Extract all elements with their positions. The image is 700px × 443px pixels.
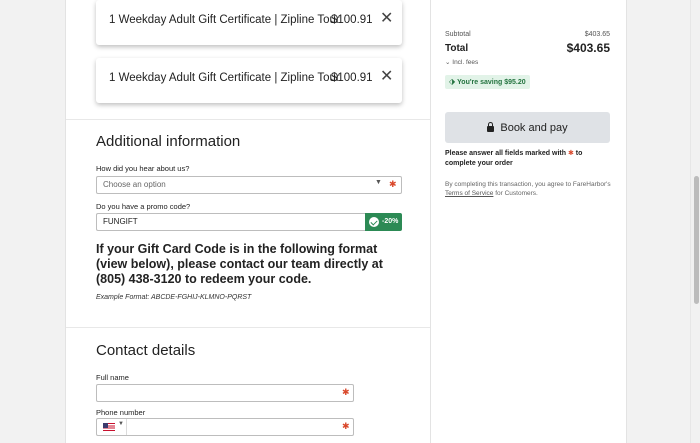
total-label: Total [445,43,469,54]
phone-number-label: Phone number [96,408,146,417]
select-placeholder: Choose an option [103,180,166,189]
saving-badge: ⬗ You're saving $95.20 [445,75,530,89]
section-divider [66,327,430,328]
full-name-label: Full name [96,373,129,382]
terms-of-service-link[interactable]: Terms of Service [445,190,493,197]
gift-item-card: 1 Weekday Adult Gift Certificate | Zipli… [96,58,402,103]
promo-discount-text: -20% [382,218,399,225]
total-value: $403.65 [566,41,610,55]
required-asterisk-icon: ✱ [389,179,397,189]
fees-label: Incl. fees [452,59,479,66]
gift-item-price: $100.91 [331,72,373,84]
check-circle-icon [369,217,379,227]
country-code-select[interactable]: ▼ [97,419,127,435]
book-and-pay-label: Book and pay [500,121,568,134]
page-scrollbar[interactable] [690,0,700,443]
close-icon[interactable]: ✕ [380,10,393,28]
section-divider [66,119,430,120]
tag-icon: ⬗ [449,77,456,86]
additional-info-title: Additional information [96,133,241,150]
main-column: 1 Weekday Adult Gift Certificate | Zipli… [65,0,431,443]
promo-code-input[interactable]: FUNGIFT [96,213,365,231]
promo-code-value: FUNGIFT [103,217,138,226]
required-fields-warning: Please answer all fields marked with ✱ t… [445,150,583,167]
gift-item-name: 1 Weekday Adult Gift Certificate | Zipli… [109,72,340,84]
promo-discount-badge: -20% [365,213,402,231]
required-asterisk-icon: ✱ [342,421,350,431]
gift-item-price: $100.91 [331,14,373,26]
gift-card-note: If your Gift Card Code is in the followi… [96,242,383,286]
full-name-input[interactable]: ✱ [96,384,354,402]
gift-item-name: 1 Weekday Adult Gift Certificate | Zipli… [109,14,340,26]
caret-down-icon: ▼ [375,179,382,186]
required-asterisk-icon: ✱ [567,150,574,157]
us-flag-icon [103,423,115,431]
subtotal-label: Subtotal [445,31,471,38]
subtotal-value: $403.65 [584,31,610,38]
promo-code-label: Do you have a promo code? [96,202,191,211]
gift-item-card: 1 Weekday Adult Gift Certificate | Zipli… [96,0,402,45]
hear-about-label: How did you hear about us? [96,164,190,173]
caret-down-icon: ▼ [118,421,124,427]
contact-details-title: Contact details [96,342,196,359]
example-format: Example Format: ABCDE-FGHIJ-KLMNO-PQRST [96,294,252,301]
lock-icon [487,121,495,132]
saving-text: You're saving $95.20 [457,79,526,86]
terms-notice: By completing this transaction, you agre… [445,181,611,197]
order-summary-panel: Subtotal $403.65 Total $403.65 ⌄ Incl. f… [431,0,627,443]
fees-toggle[interactable]: ⌄ Incl. fees [445,58,478,66]
chevron-down-icon: ⌄ [445,59,451,66]
phone-number-input[interactable]: ▼ ✱ [96,418,354,436]
close-icon[interactable]: ✕ [380,68,393,86]
required-asterisk-icon: ✱ [342,387,350,397]
hear-about-select[interactable]: Choose an option ▼ ✱ [96,176,402,194]
scrollbar-thumb[interactable] [694,176,699,304]
book-and-pay-button[interactable]: Book and pay [445,112,610,143]
